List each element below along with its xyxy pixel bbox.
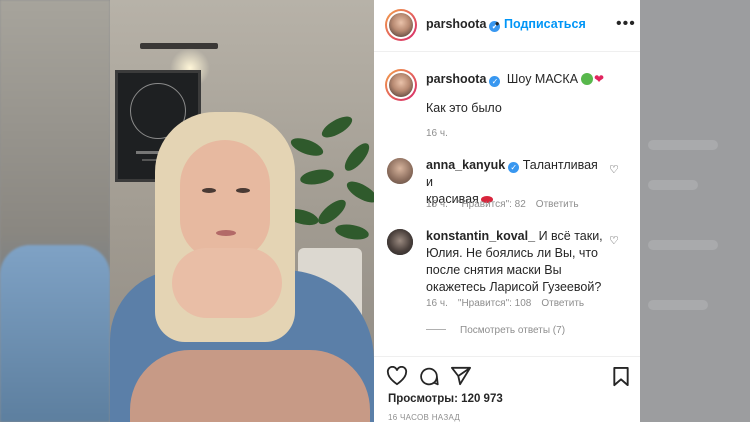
post-side-panel: parshoota ✓ • Подписаться ••• parshoota ✓ … [374,0,640,422]
comment-text: konstantin_koval_ И всё таки, Юлия. Не б… [426,229,603,294]
comment-username[interactable]: anna_kanyuk [426,158,505,172]
comment-likes[interactable]: "Нравится": 82 [458,199,526,210]
screenshot: parshoota ✓ • Подписаться ••• parshoota ✓ … [0,0,750,422]
reply-button[interactable]: Ответить [536,199,579,210]
verified-badge-icon: ✓ [508,162,520,173]
caption-text: Шоу МАСКА [506,72,579,86]
caption-username[interactable]: parshoota [426,72,486,86]
replies-divider [426,329,446,330]
more-dots-icon[interactable]: ••• [616,15,636,33]
heart-icon[interactable] [386,366,408,386]
reply-button[interactable]: Ответить [541,298,584,309]
post-header: parshoota ✓ • Подписаться ••• [374,0,640,52]
caption-avatar[interactable] [385,69,417,101]
view-replies-button[interactable]: Посмотреть ответы (7) [460,325,565,336]
snake-emoji-icon [581,73,594,85]
comment-avatar[interactable] [387,229,413,255]
caption-line: parshoota ✓ Шоу МАСКА ❤ [426,71,604,88]
comment-like-heart-icon[interactable]: ♡ [609,163,619,176]
comment-meta: 16 ч. "Нравится": 108 Ответить [426,298,585,309]
author-avatar[interactable] [385,9,417,41]
post-age: 16 ЧАСОВ НАЗАД [388,413,461,422]
comment-meta: 15 ч. "Нравится": 82 Ответить [426,199,579,210]
red-heart-emoji-icon: ❤ [594,72,605,86]
comment-icon[interactable] [418,366,440,387]
blurred-background-right [640,0,750,422]
share-icon[interactable] [450,366,472,386]
action-bar: Просмотры: 120 973 16 ЧАСОВ НАЗАД [374,356,640,422]
comment-avatar[interactable] [387,158,413,184]
caption-time: 16 ч. [426,128,448,139]
comment-like-heart-icon[interactable]: ♡ [609,234,619,247]
comment-likes[interactable]: "Нравится": 108 [458,298,531,309]
blurred-background-left [0,0,110,422]
separator-dot: • [495,17,500,31]
post-video[interactable] [110,0,374,422]
caption-second-line: Как это было [426,101,502,115]
follow-button[interactable]: Подписаться [504,17,586,31]
views-count[interactable]: Просмотры: 120 973 [388,393,503,405]
comment-username[interactable]: konstantin_koval_ [426,229,535,243]
author-username[interactable]: parshoota ✓ [426,17,501,32]
verified-badge-icon: ✓ [489,76,501,87]
bookmark-icon[interactable] [612,366,630,387]
